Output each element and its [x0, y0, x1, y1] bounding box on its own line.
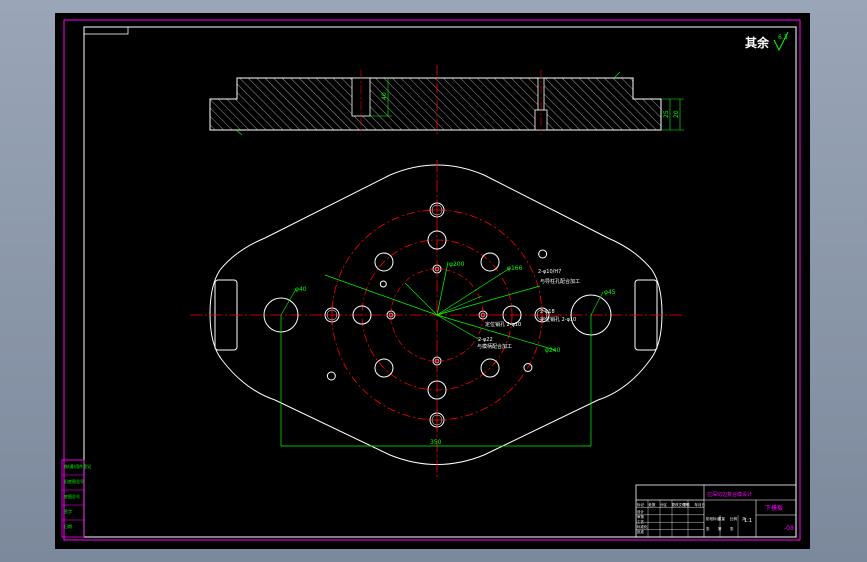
width-dimension-label: 350 [430, 439, 442, 446]
title-block-label: 审核 [637, 514, 645, 519]
surface-finish-label: 其余 [745, 35, 770, 50]
left-block-label: 底图总号 [64, 493, 80, 499]
left-block-label: 签字 [64, 508, 72, 514]
title-block-label: 分区 [660, 502, 668, 507]
dim-d240: φ240 [545, 347, 561, 354]
spec-low: 2-φ22 [478, 337, 493, 343]
note-top: 与导柱孔配合加工 [540, 278, 580, 285]
title-block-label: 年月日 [695, 502, 706, 507]
title-block-label: 批准 [637, 529, 645, 534]
dim-d40: φ40 [295, 286, 307, 293]
surface-finish-value: 6.3 [778, 34, 788, 41]
title-block-label: 第 [718, 526, 722, 531]
title-block-label: 签名 [683, 502, 690, 507]
title-block-label: 处数 [649, 502, 657, 507]
note-mid-a: 定位销孔 2-φ10 [540, 316, 576, 323]
left-block-label: 借(通)用件登记 [64, 463, 91, 469]
section-dim-20: 20 [673, 110, 680, 118]
spec-right: 2-φ18 [540, 309, 555, 315]
dim-d166: φ166 [507, 265, 523, 272]
dim-d45: φ45 [604, 289, 616, 296]
drawing-name: 下模板 [765, 504, 783, 512]
title-block-label: 张 [730, 526, 734, 531]
title-block-label: 标准化 [637, 524, 648, 529]
note-mid-b: 定位销孔 2-φ10 [485, 321, 521, 328]
drawing-number: -08 [784, 525, 794, 532]
section-body [209, 77, 662, 131]
title-stamp: 拉深切边复合模设计 [707, 491, 752, 498]
drawing-canvas: 其余 6.3 40 20 25 350 φ40 φ45 φ200 φ166 φ2… [55, 13, 810, 549]
spec-top: 2-φ10/H7 [538, 269, 561, 275]
left-block-label: 旧底图总号 [64, 478, 84, 484]
title-block-label: 比例 [730, 516, 738, 521]
title-block-label: 工艺 [637, 519, 645, 524]
cad-viewer[interactable]: 其余 6.3 40 20 25 350 φ40 φ45 φ200 φ166 φ2… [0, 0, 867, 562]
title-block-label: 张 [706, 526, 710, 531]
title-block-label: 标记 [637, 502, 645, 507]
drawing-scale: 1:1 [744, 518, 752, 524]
section-dim-40: 40 [381, 92, 388, 100]
title-block-label: 设计 [637, 509, 645, 514]
title-block-label: 重量 [718, 516, 726, 521]
dim-d200: φ200 [449, 261, 465, 268]
note-low: 与模柄配合加工 [477, 343, 512, 350]
section-dim-25: 25 [663, 110, 670, 118]
left-block-label: 日期 [64, 523, 72, 529]
